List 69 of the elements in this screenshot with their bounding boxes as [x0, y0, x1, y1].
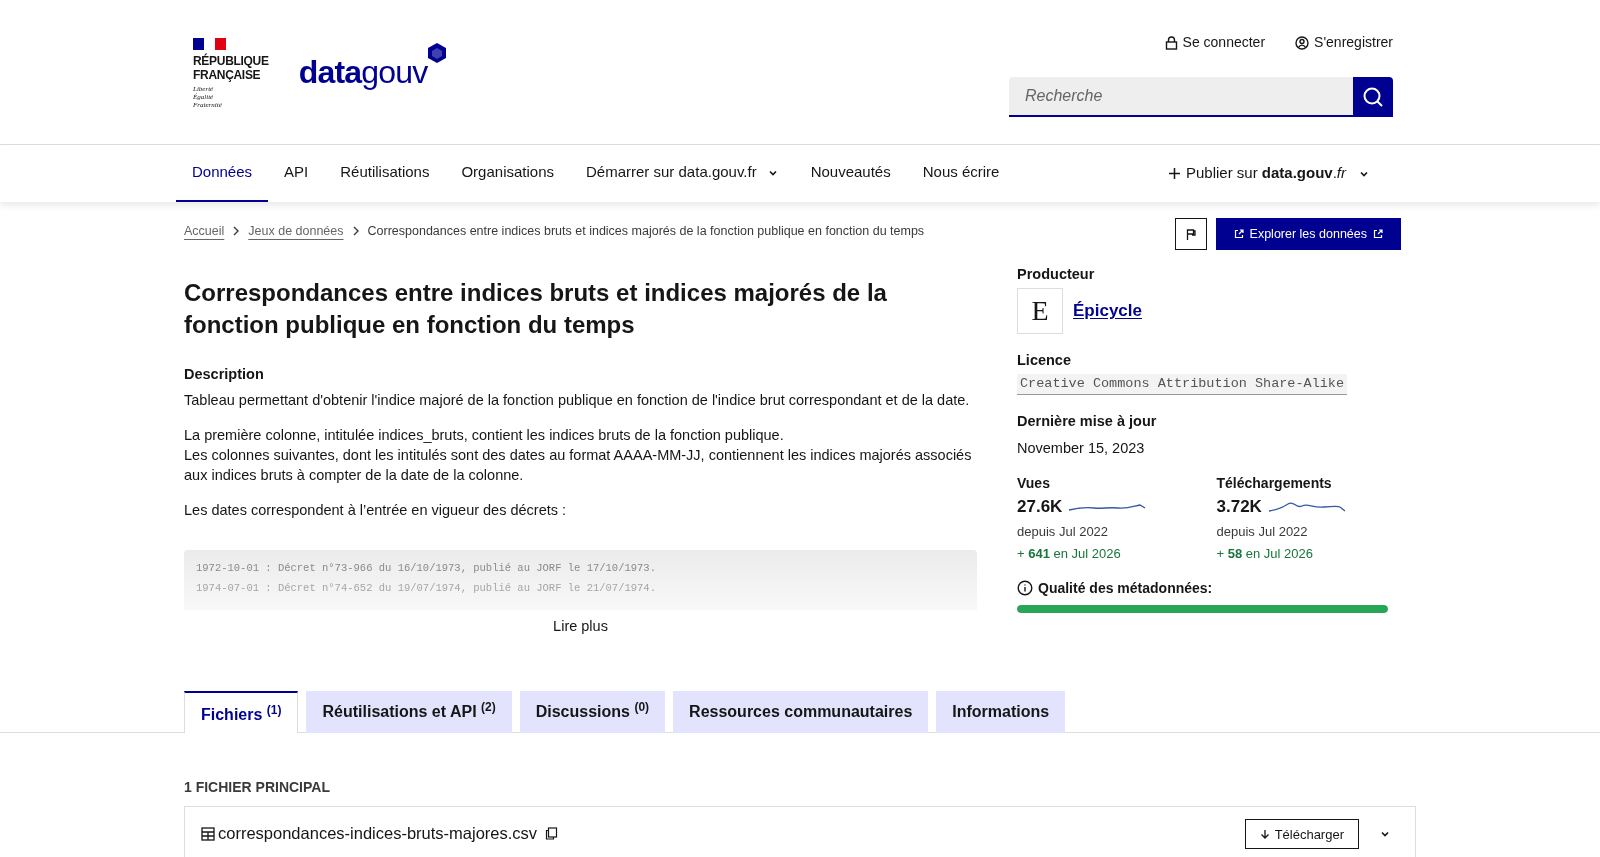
nav-link[interactable]: Démarrer sur data.gouv.fr: [570, 145, 795, 202]
report-button[interactable]: [1174, 218, 1207, 250]
breadcrumb-link[interactable]: Accueil: [184, 222, 225, 241]
plus-icon: [1168, 168, 1180, 179]
producer-link[interactable]: Épicycle: [1073, 298, 1142, 324]
tab[interactable]: Fichiers $^{(1)}$: [184, 691, 299, 734]
updated-date: November 15, 2023: [1017, 438, 1146, 458]
nav-link[interactable]: Nouveautés: [794, 145, 907, 202]
breadcrumb-current: Correspondances entre indices bruts et indices majorés de la fonction publique en fonction du temps: [367, 223, 925, 240]
search-button[interactable]: [1353, 77, 1393, 117]
download-icon: [1259, 828, 1270, 840]
description-text: Les colonnes suivantes, dont les intitulés sont des dates au format AAAA-MM-JJ, contiennent les indices majorés associés aux indices bruts à compter de la date de la colonne.: [184, 445, 973, 485]
dataset-title: Correspondances entre indices bruts et indices majorés de la fonction publique en fonction du temps: [184, 277, 888, 340]
description-text: Tableau permettant d'obtenir l'indice majoré de la fonction publique en fonction de l'indice brut correspondant et de la date.: [184, 390, 971, 410]
download-button[interactable]: Télécharger: [1244, 819, 1359, 850]
nav-link[interactable]: API: [268, 145, 325, 202]
chevron-right-icon: [351, 226, 360, 237]
stat-label: Vues: [1017, 474, 1051, 494]
explore-button[interactable]: Explorer les données: [1215, 218, 1401, 250]
chevron-right-icon: [232, 226, 241, 237]
datagouv-logo[interactable]: datagouv: [298, 38, 448, 88]
read-more-button[interactable]: Lire plus: [553, 615, 608, 638]
nav-link[interactable]: Réutilisations: [324, 145, 446, 202]
nav-link[interactable]: Données: [176, 145, 269, 202]
lock-icon: [1164, 35, 1178, 50]
file-name: correspondances-indices-bruts-majores.csv: [218, 823, 538, 845]
stat-since: depuis Jul 2022: [1017, 522, 1110, 541]
description-text: La première colonne, intitulée indices_bruts, contient les indices bruts de la fonction publique.: [184, 425, 785, 445]
tab[interactable]: Discussions $^{(0)}$: [519, 691, 666, 734]
quality-label: Qualité des métadonnées:: [1038, 578, 1213, 598]
license-tag: Creative Commons Attribution Share-Alike: [1017, 373, 1348, 395]
license-label: Licence: [1017, 350, 1072, 370]
code-line: 1974-07-01 : Décret n°74-652 du 19/07/1974, publié au JORF le 21/07/1974.: [196, 580, 657, 596]
tab[interactable]: Ressources communautaires: [673, 691, 929, 734]
flag-icon: [1185, 228, 1196, 240]
info-icon: [1017, 580, 1033, 597]
publish-button[interactable]: Publier sur data.gouv.fr: [1168, 145, 1416, 202]
search-field[interactable]: Recherche: [1009, 77, 1353, 117]
cube-icon: [425, 42, 448, 64]
stat-value: 3.72K: [1216, 496, 1262, 519]
description-label: Description: [184, 364, 265, 384]
flag-icon: [193, 38, 226, 50]
stat-label: Téléchargements: [1216, 474, 1333, 494]
tab[interactable]: Informations: [936, 691, 1066, 734]
user-icon: [1295, 35, 1310, 50]
updated-label: Dernière mise à jour: [1017, 411, 1158, 431]
stat-value: 27.6K: [1017, 496, 1063, 519]
nav-link[interactable]: Organisations: [445, 145, 570, 202]
external-link-icon: [1373, 229, 1383, 239]
stat-delta: + 641 en Jul 2026: [1017, 545, 1122, 564]
search-icon: [1362, 86, 1384, 108]
republic-name: FRANÇAISE: [193, 68, 262, 82]
description-text: Les dates correspondent à l’entrée en vigueur des décrets :: [184, 500, 568, 520]
login-link[interactable]: Se connecter: [1164, 32, 1266, 53]
breadcrumb-link[interactable]: Jeux de données: [248, 222, 344, 241]
stat-delta: + 58 en Jul 2026: [1216, 545, 1315, 564]
brand-text: datagouv: [298, 56, 428, 88]
register-link[interactable]: S'enregistrer: [1295, 32, 1393, 53]
producer-logo: E: [1017, 287, 1063, 334]
nav-link[interactable]: Nous écrire: [906, 145, 1016, 202]
code-line: 1972-10-01 : Décret n°73-966 du 16/10/1973, publié au JORF le 17/10/1973.: [196, 560, 657, 576]
stat-since: depuis Jul 2022: [1216, 522, 1309, 541]
producer-label: Producteur: [1017, 265, 1096, 284]
external-link-icon: [1233, 229, 1244, 239]
files-heading: 1 FICHIER PRINCIPAL: [184, 778, 331, 798]
republic-name: RÉPUBLIQUE: [193, 54, 269, 68]
table-icon: [201, 826, 215, 841]
tab[interactable]: Réutilisations et API $^{(2)}$: [306, 691, 512, 734]
copy-icon: [545, 827, 559, 841]
